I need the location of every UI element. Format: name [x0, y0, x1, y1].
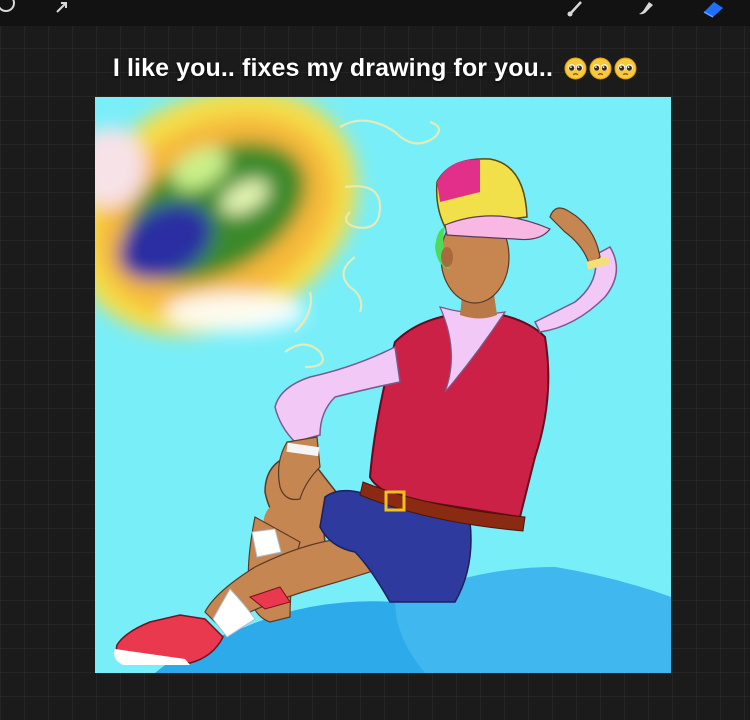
- brush-icon[interactable]: [562, 0, 590, 22]
- pleading-face-emoji: [614, 57, 637, 80]
- drawing-canvas[interactable]: [95, 97, 671, 673]
- pleading-face-emoji: [589, 57, 612, 80]
- caption-text: I like you.. fixes my drawing for you..: [112, 54, 554, 82]
- caption-emojis: [564, 57, 637, 80]
- blurred-eye-shape: [95, 97, 359, 336]
- pleading-face-emoji: [564, 57, 587, 80]
- eraser-icon[interactable]: [700, 0, 728, 22]
- undo-icon[interactable]: [0, 0, 22, 22]
- artwork: [95, 97, 671, 673]
- top-toolbar: [0, 0, 750, 26]
- smudge-icon[interactable]: [632, 0, 660, 22]
- transform-arrow-icon[interactable]: [48, 0, 76, 22]
- video-caption: I like you.. fixes my drawing for you..: [0, 54, 750, 83]
- procreate-app: I like you.. fixes my drawing for you..: [0, 0, 750, 720]
